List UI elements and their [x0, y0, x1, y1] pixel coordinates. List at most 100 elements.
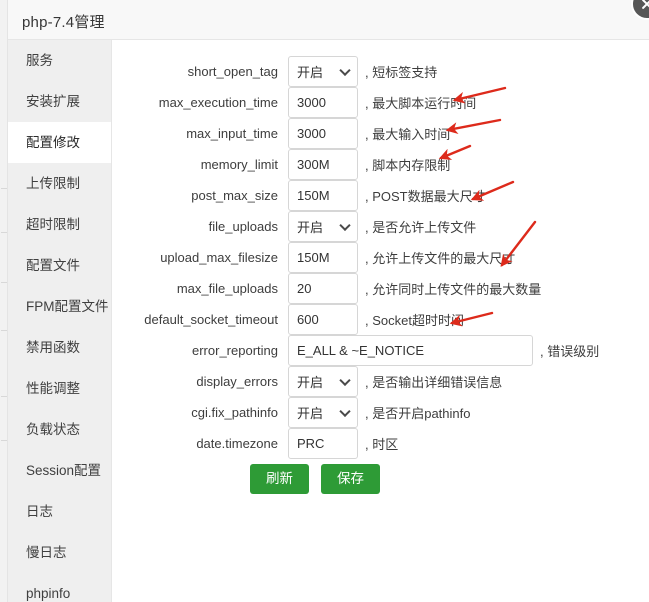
save-button[interactable]: 保存 [321, 464, 380, 494]
sidebar-item-label: 配置文件 [26, 258, 80, 273]
config-label: short_open_tag [187, 64, 278, 79]
config-input[interactable]: 3000 [288, 87, 358, 118]
config-input[interactable]: 150M [288, 242, 358, 273]
config-select[interactable]: 开启 [288, 397, 358, 428]
config-value: 开启 [297, 220, 324, 235]
config-description: , 是否允许上传文件 [365, 220, 477, 235]
config-select[interactable]: 开启 [288, 211, 358, 242]
config-value: 3000 [297, 95, 326, 110]
config-label: max_input_time [186, 126, 278, 141]
config-value: 20 [297, 281, 312, 296]
sidebar-item-label: phpinfo [26, 586, 71, 601]
sidebar: 服务安装扩展配置修改上传限制超时限制配置文件 FPM配置文件禁用函数性能调整负载状… [8, 40, 112, 602]
config-input[interactable]: 3000 [288, 118, 358, 149]
config-row: default_socket_timeout 600 , Socket超时时间 [113, 304, 464, 335]
config-description: , 是否输出详细错误信息 [365, 375, 503, 390]
sidebar-item[interactable]: 慢日志 [8, 532, 111, 573]
config-input[interactable]: PRC [288, 428, 358, 459]
config-value: 3000 [297, 126, 326, 141]
config-label: memory_limit [200, 157, 278, 172]
config-description: , 允许上传文件的最大尺寸 [365, 251, 516, 266]
config-label: cgi.fix_pathinfo [191, 405, 278, 420]
config-select[interactable]: 开启 [288, 366, 358, 397]
sidebar-item[interactable]: 日志 [8, 491, 111, 532]
config-description: , 允许同时上传文件的最大数量 [365, 282, 542, 297]
config-label: max_execution_time [158, 95, 278, 110]
config-row: cgi.fix_pathinfo 开启 , 是否开启pathinfo [113, 397, 471, 428]
screen: php-7.4管理 服务安装扩展配置修改上传限制超时限制配置文件 FPM配置文件禁… [0, 0, 649, 602]
sidebar-item[interactable]: 配置文件 [8, 245, 111, 286]
config-input[interactable]: 600 [288, 304, 358, 335]
config-description: , 最大脚本运行时间 [365, 96, 477, 111]
sidebar-item-label: Session配置 [26, 463, 102, 478]
sidebar-item[interactable]: FPM配置文件 [8, 286, 111, 327]
config-value: 150M [297, 250, 330, 265]
sidebar-item-label: 服务 [26, 53, 53, 68]
sidebar-item-label: 超时限制 [26, 217, 80, 232]
config-description: , 最大输入时间 [365, 127, 451, 142]
modal-title: php-7.4管理 [22, 14, 105, 31]
config-value: E_ALL & ~E_NOTICE [297, 343, 425, 358]
config-input[interactable]: 20 [288, 273, 358, 304]
config-value: 开启 [297, 406, 324, 421]
sidebar-item[interactable]: phpinfo [8, 573, 111, 602]
sidebar-item[interactable]: 配置修改 [8, 122, 111, 163]
chevron-down-icon [339, 64, 351, 76]
config-label: error_reporting [192, 343, 278, 358]
config-value: PRC [297, 436, 325, 451]
sidebar-item-label: 日志 [26, 504, 53, 519]
sidebar-item[interactable]: 超时限制 [8, 204, 111, 245]
content-panel: short_open_tag 开启 , 短标签支持 max_execution_tim… [113, 40, 649, 602]
config-label: upload_max_filesize [160, 250, 278, 265]
sidebar-item[interactable]: 安装扩展 [8, 81, 111, 122]
sidebar-item[interactable]: 负载状态 [8, 409, 111, 450]
config-value: 开启 [297, 65, 324, 80]
php-manage-modal: php-7.4管理 服务安装扩展配置修改上传限制超时限制配置文件 FPM配置文件禁… [8, 0, 649, 602]
config-row: post_max_size 150M , POST数据最大尺寸 [113, 180, 486, 211]
background-page-edge [0, 0, 8, 602]
sidebar-item[interactable]: 性能调整 [8, 368, 111, 409]
config-value: 300M [297, 157, 330, 172]
chevron-down-icon [339, 219, 351, 231]
config-input[interactable]: 150M [288, 180, 358, 211]
config-label: post_max_size [191, 188, 278, 203]
config-value: 600 [297, 312, 319, 327]
config-input[interactable]: 300M [288, 149, 358, 180]
config-label: max_file_uploads [176, 281, 278, 296]
sidebar-item-label: 负载状态 [26, 422, 80, 437]
config-row: max_execution_time 3000 , 最大脚本运行时间 [113, 87, 476, 118]
config-row: short_open_tag 开启 , 短标签支持 [113, 56, 437, 87]
config-label: date.timezone [196, 436, 278, 451]
config-input[interactable]: E_ALL & ~E_NOTICE [288, 335, 533, 366]
modal-header: php-7.4管理 [8, 0, 649, 40]
sidebar-item-label: 慢日志 [26, 545, 67, 560]
config-row: file_uploads 开启 , 是否允许上传文件 [113, 211, 476, 242]
config-row: date.timezone PRC , 时区 [113, 428, 398, 459]
config-row: max_input_time 3000 , 最大输入时间 [113, 118, 450, 149]
config-label: default_socket_timeout [144, 312, 278, 327]
config-description: , 时区 [365, 437, 399, 452]
chevron-down-icon [339, 405, 351, 417]
config-row: error_reporting E_ALL & ~E_NOTICE , 错误级别 [113, 335, 599, 366]
config-description: , Socket超时时间 [365, 313, 464, 328]
config-row: upload_max_filesize 150M , 允许上传文件的最大尺寸 [113, 242, 515, 273]
form-actions: 刷新 保存 [250, 464, 380, 494]
config-description: , 脚本内存限制 [365, 158, 451, 173]
config-description: , 是否开启pathinfo [365, 406, 471, 421]
config-row: display_errors 开启 , 是否输出详细错误信息 [113, 366, 502, 397]
config-label: display_errors [196, 374, 278, 389]
sidebar-item-label: 安装扩展 [26, 94, 80, 109]
sidebar-item-label: 上传限制 [26, 176, 80, 191]
config-description: , 错误级别 [540, 344, 600, 359]
sidebar-item[interactable]: Session配置 [8, 450, 111, 491]
sidebar-item[interactable]: 服务 [8, 40, 111, 81]
config-description: , 短标签支持 [365, 65, 438, 80]
config-select[interactable]: 开启 [288, 56, 358, 87]
sidebar-item[interactable]: 禁用函数 [8, 327, 111, 368]
config-row: max_file_uploads 20 , 允许同时上传文件的最大数量 [113, 273, 541, 304]
sidebar-item[interactable]: 上传限制 [8, 163, 111, 204]
config-description: , POST数据最大尺寸 [365, 189, 486, 204]
config-label: file_uploads [208, 219, 278, 234]
sidebar-item-label: 禁用函数 [26, 340, 80, 355]
refresh-button[interactable]: 刷新 [250, 464, 309, 494]
